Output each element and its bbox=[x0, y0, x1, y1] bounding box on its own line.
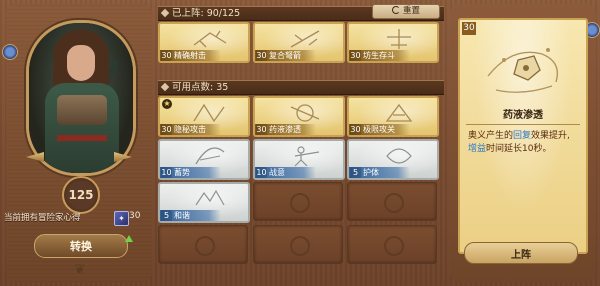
available-header: 可用点数: 35 bbox=[158, 80, 444, 95]
skill-points: 10 bbox=[161, 167, 172, 178]
skill-sketch-icon bbox=[290, 30, 320, 48]
skill-points: 30 bbox=[256, 50, 267, 61]
skill-sketch-icon bbox=[195, 189, 225, 206]
skill-name: 极限攻关 bbox=[363, 125, 395, 134]
skill-name: 战意 bbox=[269, 168, 285, 177]
switch-button[interactable]: 转换 bbox=[34, 234, 128, 258]
skill-sketch-icon bbox=[294, 146, 320, 167]
star-icon: ★ bbox=[162, 99, 172, 109]
upgrade-arrow-icon bbox=[125, 235, 133, 242]
skill-points: 30 bbox=[161, 50, 172, 61]
skill-sketch-icon bbox=[195, 147, 225, 165]
reset-label: 重置 bbox=[402, 6, 420, 16]
skill-name: 精确射击 bbox=[174, 51, 206, 60]
owned-insight-label: 当前拥有冒险家心得 bbox=[4, 213, 81, 223]
reset-icon bbox=[391, 6, 400, 14]
reset-button[interactable]: 重置 bbox=[372, 4, 440, 19]
skill-grid-panel: 已上阵: 90/125 重置 30 精确射击 30 复合弩箭 30 坊生存斗 可用点数… bbox=[156, 0, 446, 286]
skill-setup-screen: 125 当前拥有冒险家心得 ✦ 30 转换 ❦ 已上阵: 90/125 重置 3… bbox=[0, 0, 600, 286]
skill-name: 复合弩箭 bbox=[269, 51, 301, 60]
skill-sketch-icon bbox=[193, 103, 225, 123]
desc-highlight: 增益 bbox=[468, 144, 487, 154]
skill-sketch-icon bbox=[193, 30, 227, 48]
diamond-icon bbox=[160, 82, 170, 92]
owned-insight-count: 30 bbox=[129, 211, 141, 221]
skill-points: 10 bbox=[256, 167, 267, 178]
skill-detail-card: 30 药液渗透 奥义产生的回复效果提升, 增益时间延长10秒。 bbox=[458, 18, 588, 254]
skill-points: 30 bbox=[350, 124, 361, 135]
skill-detail-panel: 30 药液渗透 奥义产生的回复效果提升, 增益时间延长10秒。 上阵 bbox=[450, 4, 600, 282]
empty-slot bbox=[347, 225, 437, 264]
divider bbox=[466, 124, 580, 125]
deployed-skill-2[interactable]: 30 复合弩箭 bbox=[253, 22, 345, 63]
detail-skill-name: 药液渗透 bbox=[503, 110, 543, 121]
skill-name: 坊生存斗 bbox=[363, 51, 395, 60]
skill-points: 5 bbox=[161, 210, 172, 221]
hero-panel: 125 当前拥有冒险家心得 ✦ 30 转换 ❦ bbox=[2, 4, 152, 282]
skill-name: 护体 bbox=[363, 168, 379, 177]
diamond-icon bbox=[160, 8, 170, 18]
desc-highlight: 回复 bbox=[513, 131, 532, 141]
empty-slot bbox=[347, 182, 437, 221]
empty-slot bbox=[253, 182, 343, 221]
deployed-count: 已上阵: 90/125 bbox=[172, 8, 241, 19]
potion-skill-icon bbox=[487, 48, 559, 93]
skill-points: 5 bbox=[350, 167, 361, 178]
skill-sketch-icon bbox=[385, 103, 413, 122]
desc-text: 效果提升, bbox=[531, 131, 570, 141]
skill-slot-3[interactable]: 30 极限攻关 bbox=[347, 96, 439, 137]
skill-slot-5[interactable]: 10 战意 bbox=[253, 139, 345, 180]
empty-slot bbox=[253, 225, 343, 264]
deploy-button[interactable]: 上阵 bbox=[464, 242, 578, 264]
skill-points: 30 bbox=[350, 50, 361, 61]
skill-name: 隐秘攻击 bbox=[174, 125, 206, 134]
skill-slot-7[interactable]: 5 和谐 bbox=[158, 182, 250, 223]
skill-points: 30 bbox=[161, 124, 172, 135]
deployed-skill-3[interactable]: 30 坊生存斗 bbox=[347, 22, 439, 63]
swirl-ornament-icon: ❦ bbox=[74, 262, 86, 278]
skill-slot-2[interactable]: 30 药液渗透 bbox=[253, 96, 345, 137]
skill-name: 药液渗透 bbox=[269, 125, 301, 134]
empty-slot bbox=[158, 225, 248, 264]
gem-ornament bbox=[2, 44, 18, 60]
skill-sketch-icon bbox=[387, 29, 411, 49]
skill-slot-1[interactable]: ★ 30 隐秘攻击 bbox=[158, 96, 250, 137]
skill-slot-4[interactable]: 10 蓄势 bbox=[158, 139, 250, 180]
skill-name: 和谐 bbox=[174, 211, 190, 220]
skill-sketch-icon bbox=[386, 148, 412, 164]
available-points: 可用点数: 35 bbox=[172, 82, 229, 93]
insight-icon: ✦ bbox=[114, 211, 129, 226]
detail-points: 30 bbox=[462, 22, 476, 35]
skill-sketch-icon bbox=[290, 104, 320, 122]
desc-text: 奥义产生的 bbox=[468, 131, 514, 141]
skill-slot-6[interactable]: 5 护体 bbox=[347, 139, 439, 180]
detail-description: 奥义产生的回复效果提升, 增益时间延长10秒。 bbox=[468, 130, 578, 156]
deployed-skill-1[interactable]: 30 精确射击 bbox=[158, 22, 250, 63]
skill-points: 30 bbox=[256, 124, 267, 135]
desc-text: 时间延长10秒。 bbox=[486, 144, 552, 154]
skill-name: 蓄势 bbox=[174, 168, 190, 177]
hero-level-badge: 125 bbox=[62, 176, 100, 214]
